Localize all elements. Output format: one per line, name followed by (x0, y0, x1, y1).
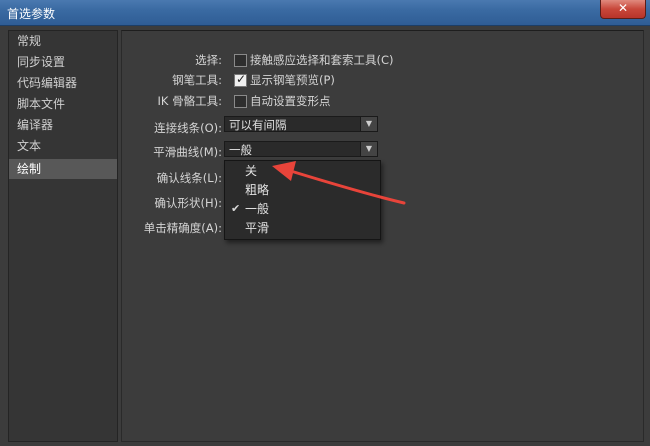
annotation-arrow-head (272, 161, 296, 181)
annotation-arrow (272, 161, 406, 205)
annotation-arrow-shaft (292, 170, 406, 205)
